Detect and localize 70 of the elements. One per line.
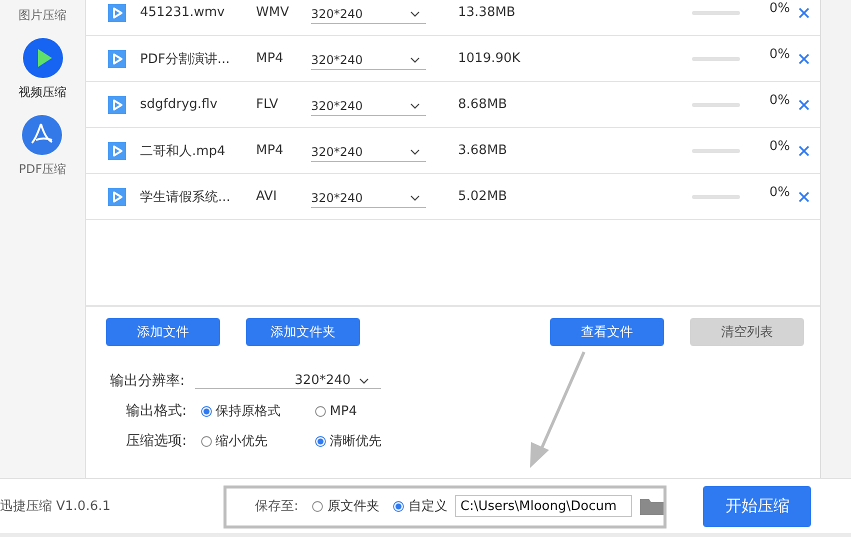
resolution-select[interactable]: 320*240: [194, 373, 381, 389]
chevron-icon: [358, 378, 369, 384]
option-label[interactable]: 自定义: [408, 497, 448, 515]
video-file-icon: [108, 50, 126, 68]
setting-label: 输出分辨率:: [110, 372, 185, 390]
progress-percent: 0%: [768, 47, 790, 62]
path-field[interactable]: C:\Users\Mloong\Docum: [455, 495, 632, 517]
option-label[interactable]: 原文件夹: [327, 497, 380, 515]
file-size: 5.02MB: [458, 189, 508, 204]
chevron-icon: [410, 149, 420, 155]
file-name: PDF分割演讲...: [140, 50, 231, 68]
action-button[interactable]: 查看文件: [550, 318, 664, 346]
file-format: WMV: [256, 5, 290, 20]
option-label[interactable]: MP4: [330, 404, 358, 418]
action-button[interactable]: 添加文件: [106, 318, 220, 346]
close-icon[interactable]: [798, 190, 810, 202]
file-size: 13.38MB: [458, 5, 516, 20]
chevron-icon: [410, 57, 420, 63]
sidebar-item[interactable]: 视频压缩: [18, 38, 66, 101]
file-size: 1019.90K: [458, 51, 522, 66]
version-text: 迅捷压缩 V1.0.6.1: [0, 498, 112, 515]
resolution-select[interactable]: 320*240: [311, 145, 426, 162]
resolution-select[interactable]: 320*240: [311, 99, 426, 116]
setting-label: 压缩选项:: [126, 432, 187, 450]
video-file-icon: [108, 188, 126, 206]
progress-percent: 0%: [768, 93, 790, 108]
close-icon[interactable]: [798, 6, 810, 18]
chevron-icon: [410, 11, 420, 17]
close-icon[interactable]: [798, 144, 810, 156]
close-icon[interactable]: [798, 98, 810, 110]
file-size: 3.68MB: [458, 143, 508, 158]
file-name: 451231.wmv: [140, 5, 226, 20]
resolution-select[interactable]: 320*240: [311, 53, 426, 70]
video-file-icon: [108, 142, 126, 160]
file-format: FLV: [256, 97, 280, 112]
action-button[interactable]: 添加文件夹: [246, 318, 360, 346]
radio-button[interactable]: [312, 500, 324, 512]
radio-button[interactable]: [314, 406, 326, 416]
progress-percent: 0%: [768, 139, 790, 154]
option-label[interactable]: 保持原格式: [216, 402, 281, 420]
radio-button[interactable]: [393, 500, 404, 512]
video-file-icon: [108, 4, 126, 22]
sidebar-item[interactable]: PDF压缩: [18, 115, 66, 178]
file-name: 二哥和人.mp4: [140, 142, 226, 160]
chevron-icon: [410, 103, 420, 109]
play-icon: [22, 38, 62, 78]
folder-icon[interactable]: [639, 496, 666, 516]
start-button[interactable]: 开始压缩: [703, 486, 812, 526]
file-format: MP4: [256, 51, 284, 66]
option-label[interactable]: 缩小优先: [216, 432, 268, 450]
progress-percent: 0%: [768, 185, 790, 200]
pdf-icon: [22, 115, 62, 155]
file-format: MP4: [256, 143, 284, 158]
setting-label: 输出格式:: [126, 402, 187, 420]
close-icon[interactable]: [798, 52, 810, 64]
file-size: 8.68MB: [458, 97, 508, 112]
file-name: sdgfdryg.flv: [140, 97, 218, 112]
save-to-label: 保存至:: [255, 498, 298, 515]
radio-button[interactable]: [200, 406, 212, 416]
progress-percent: 0%: [768, 1, 790, 16]
file-name: 学生请假系统...: [140, 188, 232, 206]
radio-button[interactable]: [314, 436, 326, 446]
file-format: AVI: [256, 189, 278, 204]
option-label[interactable]: 清晰优先: [330, 432, 382, 450]
video-file-icon: [108, 96, 126, 114]
chevron-icon: [410, 195, 420, 201]
resolution-select[interactable]: 320*240: [311, 191, 426, 208]
sidebar-item[interactable]: 图片压缩: [18, 7, 66, 24]
radio-button[interactable]: [200, 436, 212, 446]
resolution-select[interactable]: 320*240: [311, 7, 426, 24]
